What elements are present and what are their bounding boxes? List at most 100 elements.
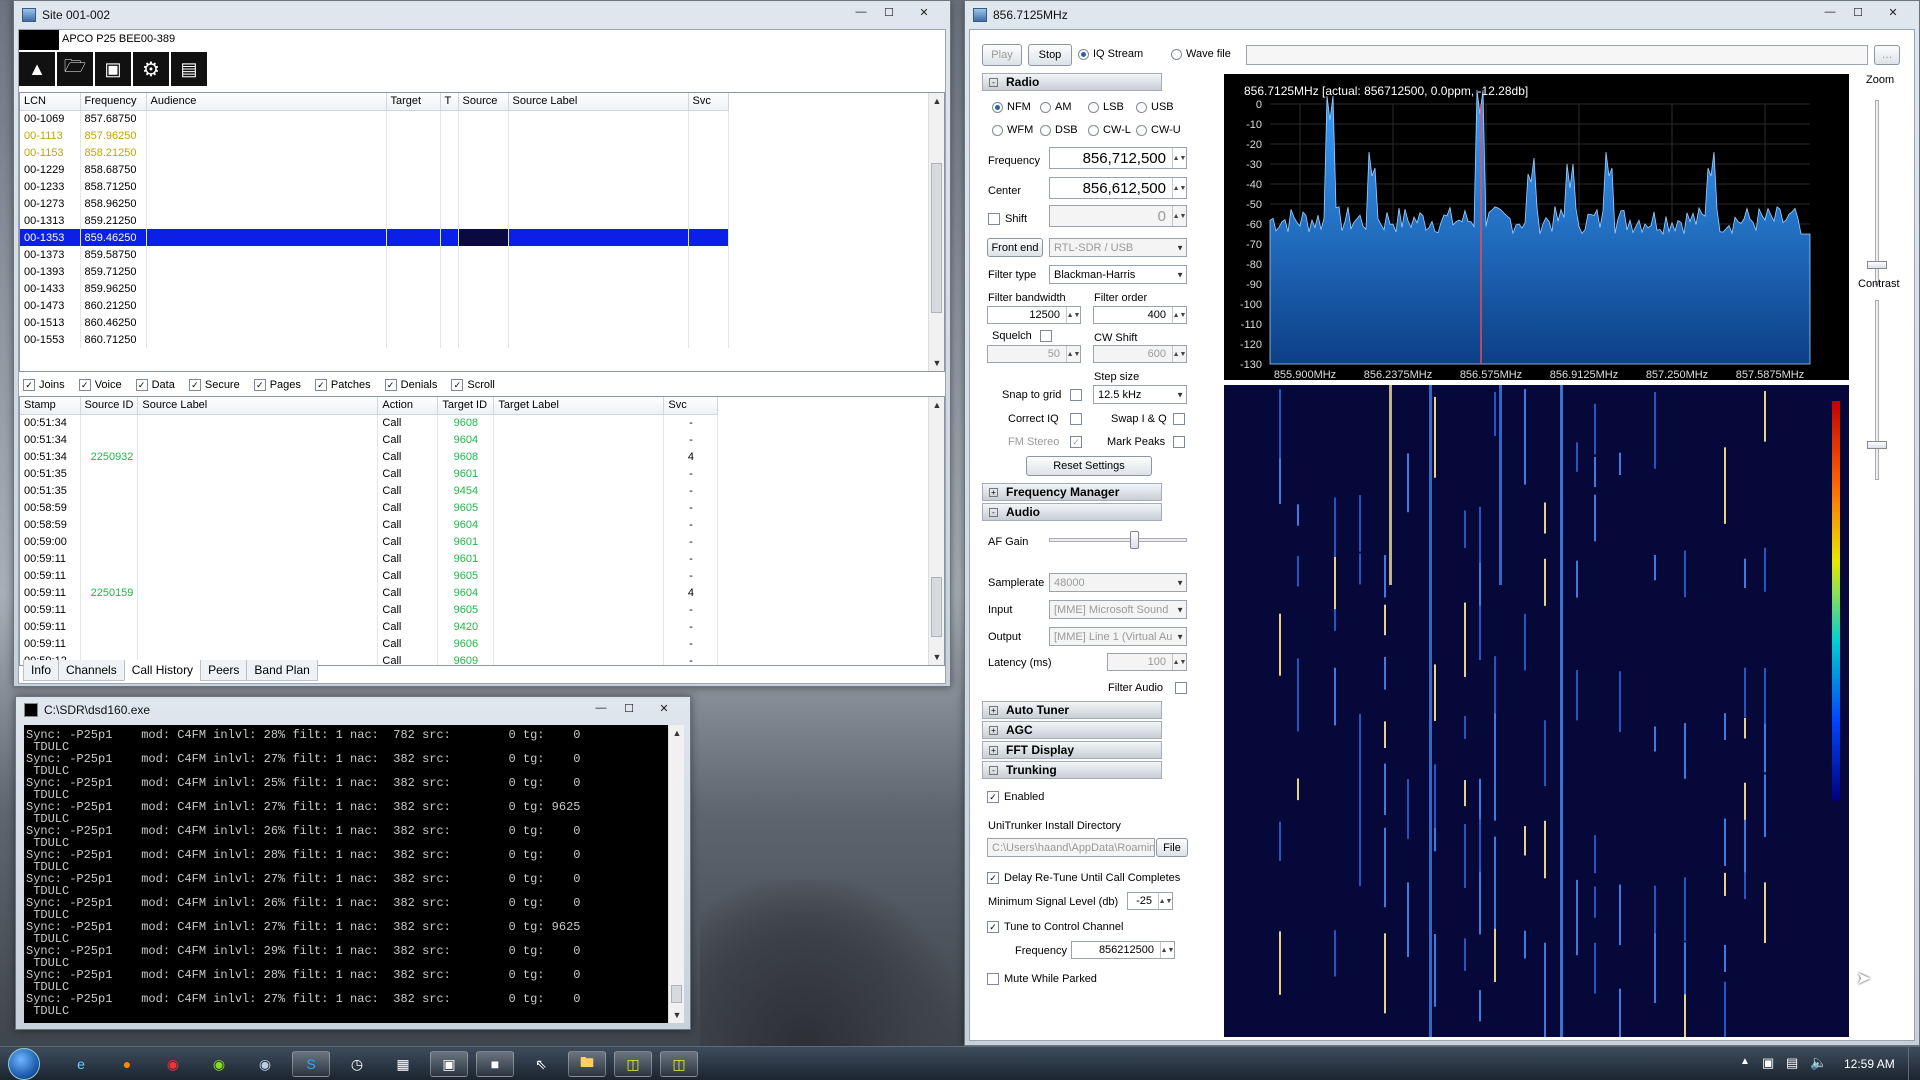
delay-retune-checkbox[interactable]: ✓ Delay Re-Tune Until Call Completes	[987, 872, 1180, 884]
filter-audio-checkbox[interactable]	[1175, 682, 1187, 694]
mute-parked-checkbox[interactable]: Mute While Parked	[987, 973, 1097, 985]
fft-display-header[interactable]: + FFT Display	[982, 741, 1162, 759]
center-input[interactable]: 856,612,500 ▲▼	[1049, 177, 1187, 199]
call-row[interactable]: 00:59:11 Call 9605 -	[20, 601, 719, 618]
filter-voice-checkbox[interactable]: ✓ Voice	[78, 379, 122, 391]
unitrunker-task-icon[interactable]: ▣	[430, 1051, 468, 1077]
trunking-enabled-checkbox[interactable]: ✓ Enabled	[987, 791, 1044, 803]
scroll-down-icon[interactable]: ▼	[669, 1007, 685, 1023]
spinner[interactable]: ▲▼	[1066, 307, 1080, 323]
console-scrollbar[interactable]: ▲ ▼	[668, 725, 684, 1023]
column-header[interactable]: Target ID	[437, 397, 495, 415]
filter-data-checkbox[interactable]: ✓ Data	[135, 379, 175, 391]
start-button[interactable]	[8, 1048, 40, 1080]
shift-input[interactable]: 0 ▲▼	[1049, 205, 1187, 227]
mode-lsb-radio[interactable]: LSB	[1088, 101, 1124, 113]
call-row[interactable]: 00:58:59 Call 9605 -	[20, 499, 719, 516]
file-button[interactable]: File	[1156, 838, 1188, 857]
channel-row[interactable]: 00-1229 858.68750	[20, 161, 729, 178]
minimize-button[interactable]: —	[1817, 3, 1843, 21]
mode-usb-radio[interactable]: USB	[1136, 101, 1174, 113]
mode-nfm-radio[interactable]: NFM	[992, 101, 1031, 113]
filter-secure-checkbox[interactable]: ✓ Secure	[188, 379, 240, 391]
taskbar-clock[interactable]: 12:59 AM	[1844, 1057, 1895, 1071]
call-row[interactable]: 00:59:11 2250159 Call 9604 4	[20, 584, 719, 601]
steam-icon[interactable]: ◉	[246, 1051, 284, 1077]
frequency-input[interactable]: 856,712,500 ▲▼	[1049, 147, 1187, 169]
mark-peaks-checkbox[interactable]	[1173, 436, 1185, 448]
receiver-icon[interactable]: ▤	[171, 52, 207, 86]
close-button[interactable]: ✕	[644, 699, 684, 717]
column-header[interactable]: Action	[377, 397, 439, 415]
stop-button[interactable]: Stop	[1028, 44, 1072, 66]
channel-row[interactable]: 00-1553 860.71250	[20, 331, 729, 348]
channel-row[interactable]: 00-1513 860.46250	[20, 314, 729, 331]
wave-file-radio[interactable]: Wave file	[1171, 48, 1231, 60]
call-grid-scrollbar[interactable]: ▲ ▼	[928, 397, 944, 665]
mode-dsb-radio[interactable]: DSB	[1040, 124, 1078, 136]
channel-row[interactable]: 00-1313 859.21250	[20, 212, 729, 229]
iq-stream-radio[interactable]: IQ Stream	[1078, 48, 1143, 60]
zoom-slider[interactable]	[1867, 100, 1887, 285]
center-spinner[interactable]: ▲▼	[1172, 178, 1186, 198]
call-row[interactable]: 00:51:35 Call 9454 -	[20, 482, 719, 499]
ie-icon[interactable]: e	[62, 1051, 100, 1077]
column-header[interactable]: Svc	[663, 397, 719, 415]
filter-type-select[interactable]: Blackman-Harris ▼	[1049, 265, 1187, 284]
call-row[interactable]: 00:59:11 Call 9605 -	[20, 567, 719, 584]
front-end-button[interactable]: Front end	[987, 238, 1043, 257]
browse-button[interactable]: …	[1874, 45, 1900, 65]
filter-bandwidth-input[interactable]: 12500 ▲▼	[987, 306, 1081, 324]
tray-expand-icon[interactable]: ▲	[1740, 1056, 1750, 1067]
site-window-titlebar[interactable]: Site 001-002 — ☐ ✕	[14, 1, 950, 29]
reset-settings-button[interactable]: Reset Settings	[1026, 456, 1152, 476]
minimize-button[interactable]: —	[588, 699, 614, 717]
channel-grid-scrollbar[interactable]: ▲ ▼	[928, 93, 944, 371]
call-row[interactable]: 00:51:34 Call 9604 -	[20, 431, 719, 448]
scroll-down-icon[interactable]: ▼	[929, 649, 944, 665]
column-header[interactable]: Source ID	[80, 397, 139, 415]
call-row[interactable]: 00:59:11 Call 9420 -	[20, 618, 719, 635]
filter-joins-checkbox[interactable]: ✓ Joins	[23, 379, 65, 391]
af-gain-slider[interactable]	[1049, 531, 1187, 549]
column-header[interactable]: Stamp	[20, 397, 81, 415]
unitrunker-dir-input[interactable]: C:\Users\haand\AppData\Roamin	[987, 838, 1155, 857]
chrome-icon[interactable]: ◉	[154, 1051, 192, 1077]
input-device-select[interactable]: [MME] Microsoft Sound ▼	[1049, 600, 1187, 619]
channel-row[interactable]: 00-1233 858.71250	[20, 178, 729, 195]
volume-icon[interactable]: 🔈	[1810, 1054, 1827, 1071]
spinner[interactable]: ▲▼	[1172, 654, 1186, 670]
correct-iq-checkbox[interactable]	[1070, 413, 1082, 425]
maximize-button[interactable]: ☐	[1845, 3, 1871, 21]
show-desktop-button[interactable]	[1908, 1047, 1920, 1080]
maximize-button[interactable]: ☐	[616, 699, 642, 717]
column-header[interactable]: Source Label	[508, 93, 689, 111]
agc-header[interactable]: + AGC	[982, 721, 1162, 739]
spinner[interactable]: ▲▼	[1158, 893, 1172, 909]
step-size-select[interactable]: 12.5 kHz ▼	[1093, 385, 1187, 404]
scroll-thumb[interactable]	[671, 985, 682, 1003]
channel-row[interactable]: 00-1433 859.96250	[20, 280, 729, 297]
filter-order-input[interactable]: 400 ▲▼	[1093, 306, 1187, 324]
fm-stereo-checkbox[interactable]: ✓	[1070, 436, 1082, 448]
tray-app-icon[interactable]: ▣	[1762, 1055, 1774, 1071]
contrast-slider[interactable]	[1867, 300, 1887, 480]
folder-open-icon[interactable]: 🗁	[57, 52, 93, 86]
cw-shift-input[interactable]: 600 ▲▼	[1093, 345, 1187, 363]
shift-spinner[interactable]: ▲▼	[1172, 206, 1186, 226]
spinner[interactable]: ▲▼	[1172, 346, 1186, 362]
column-header[interactable]: Target Label	[493, 397, 665, 415]
spectrum-view[interactable]: 0 -10 -20 -30 -40 -50 -60 -70 -80 -90 -100 -110 -120…	[1224, 74, 1849, 380]
swap-iq-checkbox[interactable]	[1173, 413, 1185, 425]
min-signal-input[interactable]: -25 ▲▼	[1127, 892, 1173, 910]
column-header[interactable]: Target	[386, 93, 441, 111]
filter-denials-checkbox[interactable]: ✓ Denials	[384, 379, 437, 391]
tower-icon[interactable]: ▲	[19, 52, 55, 86]
channel-row[interactable]: 00-1393 859.71250	[20, 263, 729, 280]
squelch-input[interactable]: 50 ▲▼	[987, 345, 1081, 363]
spinner[interactable]: ▲▼	[1160, 942, 1174, 958]
latency-input[interactable]: 100 ▲▼	[1107, 653, 1187, 671]
scroll-up-icon[interactable]: ▲	[669, 725, 685, 741]
filter-pages-checkbox[interactable]: ✓ Pages	[253, 379, 301, 391]
mode-wfm-radio[interactable]: WFM	[992, 124, 1033, 136]
